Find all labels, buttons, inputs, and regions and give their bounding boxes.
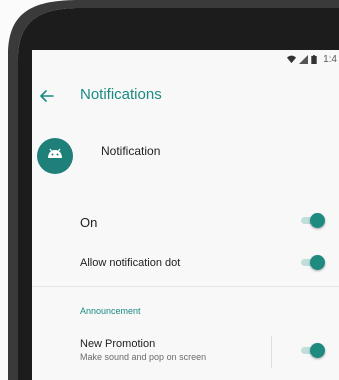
on-toggle[interactable] [301, 213, 325, 228]
section-divider [32, 286, 339, 287]
allow-dot-setting-row[interactable]: Allow notification dot [32, 250, 339, 278]
new-promotion-summary: Make sound and pop on screen [80, 352, 207, 362]
phone-screen: 1:4 Notifications Notification On Allow … [32, 50, 339, 380]
status-bar: 1:4 [287, 50, 339, 68]
announcement-header: Announcement [80, 306, 141, 316]
back-button[interactable] [36, 85, 58, 107]
toggle-thumb [310, 213, 325, 228]
allow-dot-label: Allow notification dot [80, 257, 181, 269]
page-title: Notifications [80, 86, 162, 103]
new-promotion-row[interactable]: New Promotion Make sound and pop on scre… [32, 332, 339, 372]
app-bar: Notifications [32, 80, 339, 110]
battery-icon [311, 54, 320, 64]
status-time: 1:4 [323, 53, 337, 65]
arrow-left-icon [40, 90, 54, 102]
new-promotion-label: New Promotion [80, 338, 156, 350]
app-avatar [37, 138, 73, 174]
toggle-thumb [310, 343, 325, 358]
on-setting-row[interactable]: On [32, 206, 339, 236]
wifi-icon [287, 55, 297, 64]
android-icon [48, 148, 62, 158]
screenshot-stage: 1:4 Notifications Notification On Allow … [0, 0, 339, 380]
signal-icon [299, 54, 309, 64]
allow-dot-toggle[interactable] [301, 255, 325, 270]
on-label: On [80, 215, 98, 230]
row-separator [271, 336, 272, 368]
app-header: Notification [32, 136, 339, 180]
toggle-thumb [310, 255, 325, 270]
app-name: Notification [101, 144, 161, 158]
new-promotion-toggle[interactable] [301, 343, 325, 358]
